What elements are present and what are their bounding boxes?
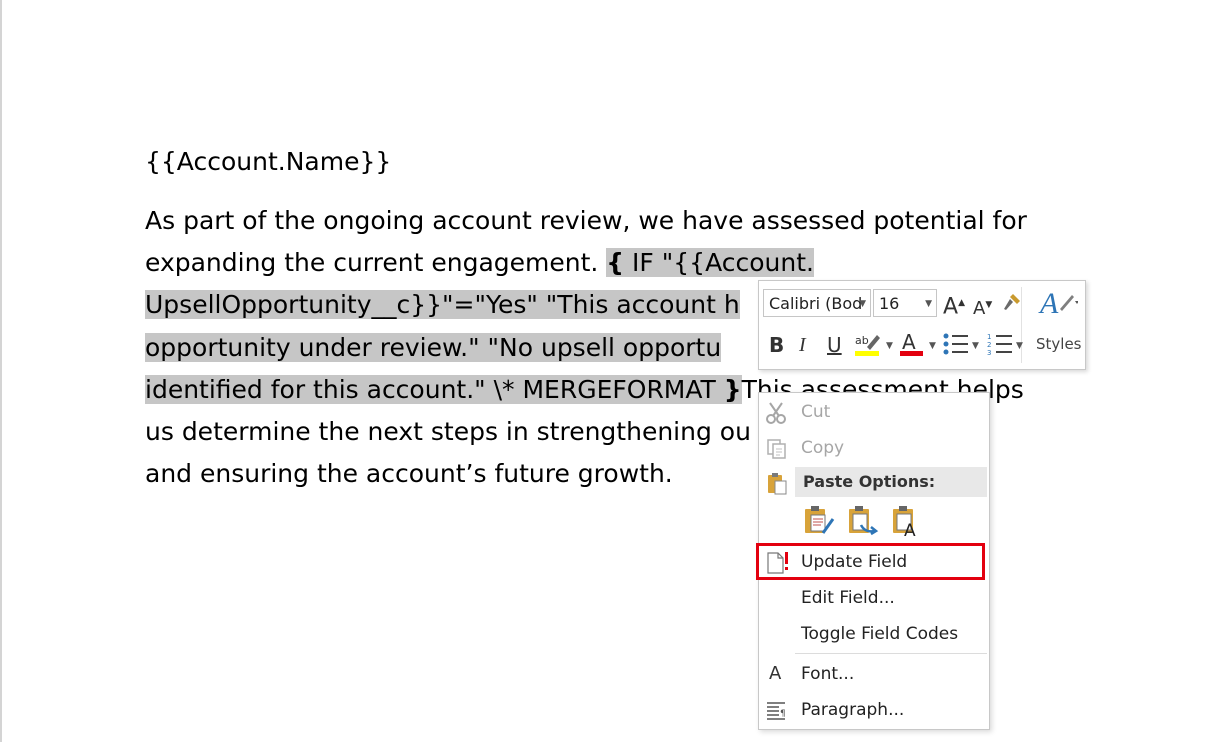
paste-keep-source-icon — [805, 506, 835, 534]
update-field-icon — [767, 552, 788, 574]
field-close-brace: } — [723, 375, 742, 404]
text-run: us determine the next steps in strengthe… — [145, 417, 751, 446]
field-code-tail: identified for this account." \* MERGEFO… — [145, 375, 724, 404]
svg-text:1: 1 — [987, 333, 991, 341]
bullets-button[interactable] — [943, 332, 969, 361]
chevron-down-icon[interactable]: ▼ — [1016, 341, 1023, 351]
page-left-edge — [0, 0, 2, 742]
merge-field-start[interactable]: { IF "{{Account. — [606, 248, 814, 277]
shrink-font-button[interactable]: A▼ — [973, 293, 992, 321]
toolbar-separator — [1021, 287, 1022, 363]
paste-text-only-icon: A — [893, 506, 916, 541]
field-open-brace: { — [606, 248, 625, 277]
svg-text:2: 2 — [987, 341, 991, 349]
font-name-combo[interactable]: Calibri (Bod ▼ — [763, 289, 871, 317]
field-code-text[interactable]: UpsellOpportunity__c}}"="Yes" "This acco… — [145, 290, 740, 319]
chevron-down-icon[interactable]: ▼ — [972, 341, 979, 351]
font-color-button[interactable]: A — [899, 330, 925, 364]
paragraph-line-2: expanding the current engagement. { IF "… — [145, 245, 814, 281]
paste-icon — [768, 473, 787, 495]
field-code-text: IF "{{Account. — [624, 248, 814, 277]
highlight-button[interactable]: ab — [855, 331, 883, 364]
chevron-down-icon[interactable]: ▼ — [925, 290, 932, 318]
paragraph-label: Paragraph... — [801, 700, 905, 720]
mini-toolbar: Calibri (Bod ▼ 16 ▼ A▲ A▼ A B I U ab ▼ A… — [758, 280, 1086, 370]
copy-label: Copy — [801, 438, 845, 458]
format-painter-button[interactable] — [1001, 291, 1023, 318]
menu-item-toggle-field-codes[interactable]: Toggle Field Codes — [801, 624, 958, 644]
paste-options-label: Paste Options: — [803, 472, 936, 491]
font-size-value: 16 — [879, 294, 900, 313]
paragraph-icon: ¶ — [767, 702, 786, 720]
bullets-icon — [943, 333, 968, 355]
highlighter-icon: ab — [855, 334, 880, 356]
scissors-icon — [766, 402, 786, 424]
paragraph-line-1: As part of the ongoing account review, w… — [145, 206, 1027, 235]
menu-item-copy[interactable]: Copy — [801, 438, 844, 458]
svg-text:¶: ¶ — [780, 709, 786, 719]
svg-text:3: 3 — [987, 349, 991, 356]
font-size-combo[interactable]: 16 ▼ — [873, 289, 937, 317]
styles-label: Styles — [1036, 335, 1082, 353]
menu-item-edit-field[interactable]: Edit Field... — [801, 588, 895, 608]
numbering-icon: 123 — [987, 333, 1012, 357]
font-icon: A — [769, 663, 782, 684]
styles-icon: A — [1038, 287, 1079, 320]
cut-label: Cut — [801, 402, 831, 422]
numbering-button[interactable]: 123 — [987, 332, 1013, 361]
menu-item-font[interactable]: Font... — [801, 664, 854, 684]
chevron-down-icon[interactable]: ▼ — [859, 290, 866, 318]
copy-icon — [767, 439, 786, 459]
menu-item-paragraph[interactable]: Paragraph... — [801, 700, 904, 720]
field-code-text[interactable]: opportunity under review." "No upsell op… — [145, 333, 722, 362]
paragraph-line-3: UpsellOpportunity__c}}"="Yes" "This acco… — [145, 287, 740, 323]
edit-field-label: Edit Field... — [801, 588, 895, 608]
context-menu: Cut Copy Paste Options: A Update Field E… — [758, 392, 990, 730]
paste-options-header: Paste Options: — [795, 467, 987, 497]
paste-keep-source-button[interactable] — [803, 505, 835, 537]
svg-text:A: A — [904, 521, 916, 537]
grow-font-button[interactable]: A▲ — [943, 291, 965, 319]
account-name-line: {{Account.Name}} — [145, 147, 392, 176]
svg-text:A: A — [1038, 287, 1059, 320]
toggle-field-codes-label: Toggle Field Codes — [801, 624, 959, 644]
chevron-down-icon[interactable]: ▼ — [886, 341, 893, 351]
paste-text-only-button[interactable]: A — [891, 505, 923, 541]
svg-text:A: A — [902, 331, 916, 354]
font-label: Font... — [801, 664, 855, 684]
bold-button[interactable]: B — [769, 333, 784, 357]
grow-font-icon: A — [943, 294, 959, 320]
paste-merge-button[interactable] — [847, 505, 879, 537]
paste-merge-icon — [849, 506, 879, 536]
font-name-value: Calibri (Bod — [769, 294, 863, 313]
font-color-icon: A — [900, 330, 923, 356]
paragraph-line-4: opportunity under review." "No upsell op… — [145, 330, 722, 366]
underline-button[interactable]: U — [827, 333, 842, 357]
field-code-text[interactable]: identified for this account." \* MERGEFO… — [145, 375, 742, 404]
format-painter-icon — [1004, 294, 1020, 310]
paragraph-line-7: and ensuring the account’s future growth… — [145, 459, 673, 488]
text-run: expanding the current engagement. — [145, 248, 607, 277]
menu-item-cut[interactable]: Cut — [801, 402, 830, 422]
menu-separator — [795, 653, 987, 654]
styles-button[interactable]: A — [1038, 285, 1079, 326]
svg-text:ab: ab — [855, 334, 869, 347]
menu-item-update-field[interactable]: Update Field — [801, 552, 907, 572]
update-field-label: Update Field — [801, 552, 908, 572]
italic-button[interactable]: I — [799, 333, 806, 357]
shrink-font-icon: A — [973, 298, 986, 319]
chevron-down-icon[interactable]: ▼ — [929, 341, 936, 351]
